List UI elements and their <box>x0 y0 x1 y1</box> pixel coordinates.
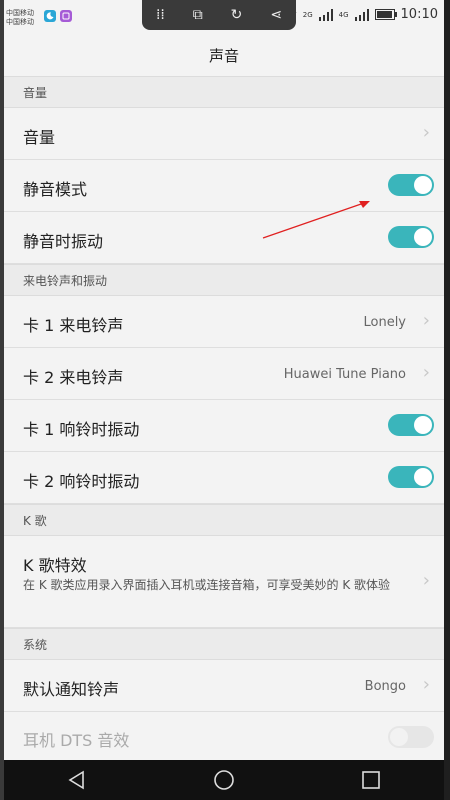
navigation-bar <box>4 760 444 800</box>
recents-square-icon[interactable] <box>361 770 381 790</box>
annotation-arrow <box>262 201 370 239</box>
back-triangle-icon[interactable] <box>67 770 87 790</box>
right-edge <box>444 0 450 800</box>
phone-screen: 中国移动 中国移动 2G 4G 10:10 ⁞⁞ ⧉ ↻ ⋖ 声音 音量 音量 … <box>4 0 444 800</box>
home-circle-icon[interactable] <box>213 769 235 791</box>
